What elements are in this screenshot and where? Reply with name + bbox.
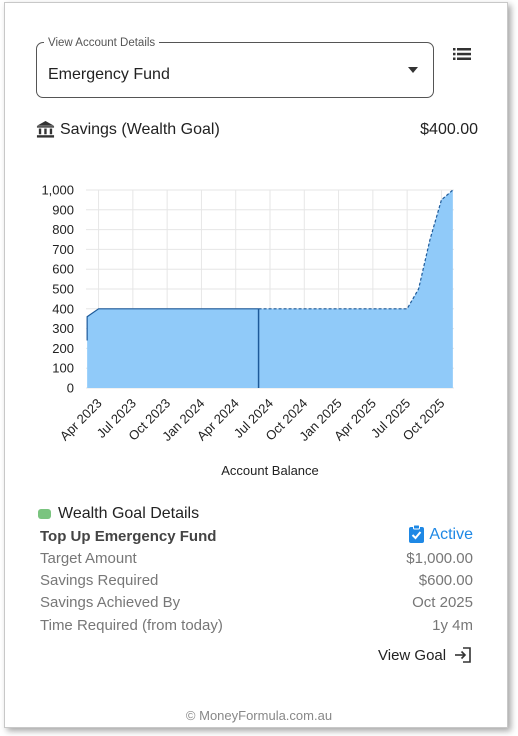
goal-name-row: Top Up Emergency Fund Active [40,525,473,548]
list-menu-icon[interactable] [453,47,471,61]
y-tick-label: 700 [52,242,74,257]
dropdown-caret-icon[interactable] [408,67,418,73]
account-heading: Savings (Wealth Goal) $400.00 [36,120,478,142]
detail-row: Savings Required $600.00 [40,572,473,592]
balance-chart: 0 100 200 300 400 500 600 700 800 900 1,000 Apr 202… [41,183,454,478]
status-badge: Active [429,526,473,543]
y-tick-label: 400 [52,301,74,316]
detail-label: Savings Required [40,572,159,589]
x-tick-label: Apr 2023 [57,396,105,444]
y-tick-label: 800 [52,222,74,237]
detail-row: Time Required (from today) 1y 4m [40,617,473,637]
y-tick-label: 100 [52,361,74,376]
view-goal-label: View Goal [378,647,447,664]
detail-row: Target Amount $1,000.00 [40,550,473,570]
bank-icon [36,120,55,138]
account-balance: $400.00 [420,121,478,138]
detail-value: 1y 4m [432,617,473,634]
detail-label: Time Required (from today) [40,617,223,634]
y-tick-label: 600 [52,262,74,277]
x-axis-label: Account Balance [221,463,319,478]
view-goal-button[interactable]: View Goal [378,645,474,667]
y-tick-label: 300 [52,321,74,336]
detail-label: Savings Achieved By [40,594,181,611]
y-tick-label: 900 [52,202,74,217]
y-tick-label: 500 [52,282,74,297]
detail-value: Oct 2025 [412,594,473,611]
details-title: Wealth Goal Details [58,505,200,522]
detail-row: Savings Achieved By Oct 2025 [40,594,473,614]
y-tick-label: 1,000 [41,183,74,198]
y-tick-label: 0 [67,381,74,396]
clipboard-check-icon [409,525,424,543]
exit-arrow-icon [455,647,471,663]
detail-label: Target Amount [40,550,137,567]
detail-value: $1,000.00 [406,550,473,567]
goal-legend-swatch [38,509,51,519]
account-type-label: Savings (Wealth Goal) [60,121,220,138]
y-tick-label: 200 [52,341,74,356]
goal-name: Top Up Emergency Fund [40,528,217,545]
account-select-label: View Account Details [44,37,160,49]
detail-value: $600.00 [418,572,473,589]
footer-copyright: © MoneyFormula.com.au [185,708,333,723]
account-select-value[interactable]: Emergency Fund [48,66,170,84]
